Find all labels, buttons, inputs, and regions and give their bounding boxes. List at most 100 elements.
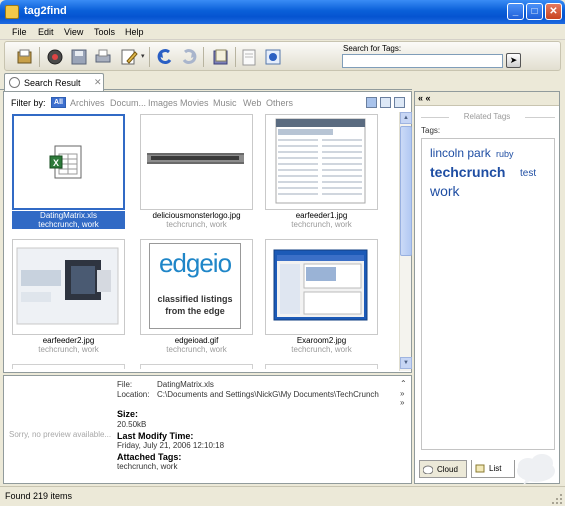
edgeio-logo: edgeio xyxy=(158,248,232,278)
scroll-up-icon[interactable]: ▲ xyxy=(400,112,412,124)
tab-label: Search Result xyxy=(24,78,81,88)
expand-icon[interactable]: » xyxy=(400,389,404,398)
new-tag-icon[interactable] xyxy=(15,47,35,67)
modify-label: Last Modify Time: xyxy=(117,431,194,441)
screenshot-image xyxy=(16,247,119,325)
item-name: earfeeder1.jpg xyxy=(295,211,348,220)
book-icon[interactable] xyxy=(211,47,231,67)
details-view-icon[interactable] xyxy=(394,97,405,108)
file-label: File: xyxy=(117,380,133,389)
edit-dropdown-icon[interactable]: ▾ xyxy=(141,52,145,60)
grid-view-icon[interactable] xyxy=(380,97,391,108)
filter-documents[interactable]: Docum... xyxy=(110,98,146,108)
thumbnail xyxy=(140,114,253,210)
edit-icon[interactable] xyxy=(119,47,139,67)
tag-lincoln-park[interactable]: lincoln park xyxy=(430,146,491,160)
tab-search-result[interactable]: Search Result ✕ xyxy=(4,73,104,91)
filter-music[interactable]: Music xyxy=(213,98,237,108)
thumbnail-view-icon[interactable] xyxy=(366,97,377,108)
related-panel-header: « « xyxy=(415,92,559,106)
file-item-exaroom2[interactable]: Exaroom2.jpg techcrunch, work xyxy=(265,239,378,364)
item-tags: techcrunch, work xyxy=(291,220,352,229)
location-label: Location: xyxy=(117,390,150,399)
item-name: DatingMatrix.xls xyxy=(12,211,125,220)
menu-view[interactable]: View xyxy=(64,27,83,37)
related-tags-panel: « « Related Tags Tags: lincoln park ruby… xyxy=(414,91,560,485)
tag-ruby[interactable]: ruby xyxy=(496,149,514,159)
status-bar: Found 219 items xyxy=(0,486,565,506)
modify-value: Friday, July 21, 2006 12:10:18 xyxy=(117,441,225,450)
menu-bar: File Edit View Tools Help xyxy=(0,24,565,40)
thumbnail xyxy=(12,239,125,335)
thumbnail-partial xyxy=(265,364,378,369)
svg-text:X: X xyxy=(53,158,59,168)
tags-label: Tags: xyxy=(421,126,441,135)
scroll-thumb[interactable] xyxy=(400,126,412,256)
banner-image xyxy=(147,153,244,164)
search-label: Search for Tags: xyxy=(343,44,402,53)
maximize-button[interactable]: □ xyxy=(526,3,543,20)
attached-tags-value: techcrunch, work xyxy=(117,462,178,471)
filter-others[interactable]: Others xyxy=(266,98,293,108)
forward-icon[interactable] xyxy=(179,47,199,67)
cloud-icon xyxy=(423,465,433,474)
document-icon[interactable] xyxy=(239,47,259,67)
vertical-scrollbar[interactable]: ▲ ▼ xyxy=(399,112,412,371)
minimize-button[interactable]: _ xyxy=(507,3,524,20)
tab-list[interactable]: List xyxy=(471,460,515,478)
filter-images[interactable]: Images xyxy=(148,98,178,108)
back-icon[interactable] xyxy=(155,47,175,67)
tab-close-icon[interactable]: ✕ xyxy=(94,77,102,88)
item-name: earfeeder2.jpg xyxy=(42,336,95,345)
tab-cloud[interactable]: Cloud xyxy=(419,460,467,478)
file-item-deliciousmonsterlogo[interactable]: deliciousmonsterlogo.jpg techcrunch, wor… xyxy=(140,114,253,239)
window-title: tag2find xyxy=(24,5,67,17)
filter-movies[interactable]: Movies xyxy=(180,98,209,108)
app-screenshot xyxy=(273,249,368,321)
title-bar: tag2find _ □ ✕ xyxy=(0,0,565,24)
filter-web[interactable]: Web xyxy=(243,98,261,108)
tag-work[interactable]: work xyxy=(430,183,460,199)
print-icon[interactable] xyxy=(93,47,113,67)
thumbnail: X xyxy=(12,114,125,210)
item-tags: techcrunch, work xyxy=(12,220,125,229)
file-item-earfeeder2[interactable]: earfeeder2.jpg techcrunch, work xyxy=(12,239,125,364)
thumbnail-grid: X DatingMatrix.xls techcrunch, work deli… xyxy=(8,112,395,369)
thumbnail xyxy=(265,239,378,335)
tag-techcrunch[interactable]: techcrunch xyxy=(430,164,505,180)
explore-icon[interactable] xyxy=(45,47,65,67)
thumbnail-partial xyxy=(140,364,253,369)
collapse-down-icon[interactable]: » xyxy=(400,398,404,407)
scroll-down-icon[interactable]: ▼ xyxy=(400,357,412,369)
no-preview-text: Sorry, no preview available... xyxy=(9,430,112,439)
status-text: Found 219 items xyxy=(5,491,73,501)
size-value: 20.50kB xyxy=(117,420,147,429)
item-tags: techcrunch, work xyxy=(38,345,99,354)
toolbar: ▾ Search for Tags: ➤ xyxy=(4,41,561,71)
search-go-icon[interactable]: ➤ xyxy=(506,53,521,68)
details-panel: Sorry, no preview available... File: Dat… xyxy=(3,375,412,484)
tab-strip: Search Result ✕ xyxy=(0,72,412,91)
save-icon[interactable] xyxy=(69,47,89,67)
tag-cloud: lincoln park ruby techcrunch test work xyxy=(421,138,555,485)
collapse-up-icon[interactable]: ⌃ xyxy=(400,379,407,388)
file-item-datingmatrix[interactable]: X DatingMatrix.xls techcrunch, work xyxy=(12,114,125,239)
filter-archives[interactable]: Archives xyxy=(70,98,105,108)
help-icon[interactable] xyxy=(263,47,283,67)
resize-grip-icon[interactable] xyxy=(551,493,563,505)
tag-test[interactable]: test xyxy=(520,168,536,179)
menu-help[interactable]: Help xyxy=(125,27,144,37)
menu-file[interactable]: File xyxy=(12,27,27,37)
edgeio-line1: classified listings xyxy=(157,294,233,304)
close-button[interactable]: ✕ xyxy=(545,3,562,20)
filter-bar: Filter by: All Archives Docum... Images … xyxy=(8,97,406,109)
search-input[interactable] xyxy=(342,54,503,68)
menu-tools[interactable]: Tools xyxy=(94,27,115,37)
item-name: deliciousmonsterlogo.jpg xyxy=(152,211,241,220)
collapse-panel-icon[interactable]: « « xyxy=(418,93,431,103)
item-name: Exaroom2.jpg xyxy=(296,336,347,345)
menu-edit[interactable]: Edit xyxy=(38,27,54,37)
filter-all[interactable]: All xyxy=(51,97,66,108)
file-item-earfeeder1[interactable]: earfeeder1.jpg techcrunch, work xyxy=(265,114,378,239)
file-item-edgeioad[interactable]: edgeio classified listings from the edge… xyxy=(140,239,253,364)
